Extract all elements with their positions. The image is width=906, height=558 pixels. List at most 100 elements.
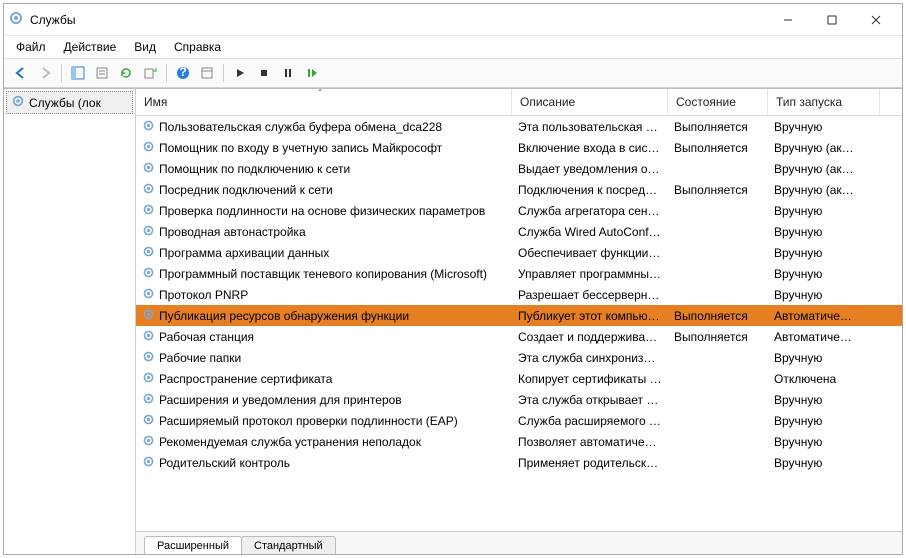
cell-description: Копирует сертификаты … [512,370,668,388]
service-row[interactable]: Родительский контрольПрименяет родительс… [136,452,902,473]
cell-startup: Автоматиче… [768,328,880,346]
gear-icon [142,140,155,156]
service-row[interactable]: Рабочая станцияСоздает и поддерживает …В… [136,326,902,347]
cell-state: Выполняется [668,181,768,199]
show-hide-tree-button[interactable] [67,62,89,84]
service-row[interactable]: Проводная автонастройка Служба Wired Auto… [136,221,902,242]
tab-extended[interactable]: Расширенный [144,536,242,554]
service-row[interactable]: Распространение сертификатаКопирует серт… [136,368,902,389]
window-title: Службы [30,13,75,27]
gear-icon [142,119,155,135]
cell-name: Протокол PNRP [136,285,512,305]
service-row[interactable]: Посредник подключений к сетиПодключения … [136,179,902,200]
column-description[interactable]: Описание [512,89,668,115]
tab-standard[interactable]: Стандартный [241,536,336,554]
cell-startup: Вручную [768,433,880,451]
cell-startup: Вручную [768,265,880,283]
service-name-text: Проводная автонастройка [159,225,306,239]
service-row[interactable]: Программный поставщик теневого копирован… [136,263,902,284]
gear-icon [142,161,155,177]
cell-startup: Вручную [768,202,880,220]
list-header: Имя⌃ Описание Состояние Тип запуска [136,89,902,116]
back-button[interactable] [10,62,32,84]
stop-service-button[interactable] [253,62,275,84]
cell-startup: Отключена [768,370,880,388]
menu-help[interactable]: Справка [174,40,221,54]
gear-icon [142,392,155,408]
cell-description: Эта служба синхронизир… [512,349,668,367]
cell-description: Служба Wired AutoConfi… [512,223,668,241]
column-state[interactable]: Состояние [668,89,768,115]
menu-file[interactable]: Файл [16,40,46,54]
menu-view[interactable]: Вид [134,40,156,54]
maximize-button[interactable] [810,6,854,34]
cell-description: Служба агрегатора сенс… [512,202,668,220]
gear-icon [142,371,155,387]
export-button[interactable] [139,62,161,84]
svg-text:?: ? [179,66,186,79]
service-name-text: Расширения и уведомления для принтеров [159,393,402,407]
column-startup[interactable]: Тип запуска [768,89,880,115]
start-service-button[interactable] [229,62,251,84]
cell-state [668,377,768,381]
service-row[interactable]: Рабочие папкиЭта служба синхронизир… Вруч… [136,347,902,368]
refresh-button[interactable] [115,62,137,84]
cell-description: Служба расширяемого п… [512,412,668,430]
gear-icon [142,455,155,471]
cell-startup: Вручную [768,349,880,367]
cell-startup: Вручную [768,391,880,409]
cell-state: Выполняется [668,139,768,157]
cell-state [668,293,768,297]
cell-name: Расширения и уведомления для принтеров [136,390,512,410]
view-tabs: Расширенный Стандартный [136,531,902,554]
cell-description: Создает и поддерживает … [512,328,668,346]
cell-state: Выполняется [668,118,768,136]
cell-name: Проводная автонастройка [136,222,512,242]
gear-icon [142,434,155,450]
close-button[interactable] [854,6,898,34]
service-row[interactable]: Рекомендуемая служба устранения неполадо… [136,431,902,452]
toolbar-separator [223,64,224,82]
cell-startup: Вручную [768,223,880,241]
service-name-text: Программный поставщик теневого копирован… [159,267,487,281]
column-name[interactable]: Имя⌃ [136,89,512,115]
service-row[interactable]: Публикация ресурсов обнаружения функцииП… [136,305,902,326]
action-button[interactable] [196,62,218,84]
properties-button[interactable] [91,62,113,84]
list-body[interactable]: Пользовательская служба буфера обмена_dc… [136,116,902,531]
cell-name: Расширяемый протокол проверки подлинност… [136,411,512,431]
cell-description: Эта служба открывает п… [512,391,668,409]
cell-state [668,440,768,444]
gear-icon [11,94,25,111]
cell-startup: Вручную (ак… [768,160,880,178]
gear-icon [142,413,155,429]
minimize-button[interactable] [766,6,810,34]
service-row[interactable]: Расширения и уведомления для принтеров Эт… [136,389,902,410]
service-row[interactable]: Помощник по входу в учетную запись Майкр… [136,137,902,158]
cell-startup: Вручную [768,118,880,136]
tree-root-services[interactable]: Службы (лок [6,91,133,114]
restart-service-button[interactable] [301,62,323,84]
service-row[interactable]: Расширяемый протокол проверки подлинност… [136,410,902,431]
menu-action[interactable]: Действие [64,40,117,54]
service-name-text: Родительский контроль [159,456,290,470]
help-button[interactable]: ? [172,62,194,84]
cell-startup: Вручную [768,286,880,304]
service-row[interactable]: Помощник по подключению к сетиВыдает уве… [136,158,902,179]
service-row[interactable]: Проверка подлинности на основе физически… [136,200,902,221]
gear-icon [142,266,155,282]
service-name-text: Помощник по входу в учетную запись Майкр… [159,141,442,155]
cell-name: Рабочая станция [136,327,512,347]
cell-name: Программа архивации данных [136,243,512,263]
service-row[interactable]: Программа архивации данныхОбеспечивает ф… [136,242,902,263]
body-split: Службы (лок Имя⌃ Описание Состояние Тип … [4,88,902,554]
cell-name: Программный поставщик теневого копирован… [136,264,512,284]
pause-service-button[interactable] [277,62,299,84]
service-row[interactable]: Пользовательская служба буфера обмена_dc… [136,116,902,137]
cell-startup: Вручную (ак… [768,139,880,157]
service-row[interactable]: Протокол PNRPРазрешает бессерверно…Вручн… [136,284,902,305]
cell-name: Рабочие папки [136,348,512,368]
cell-state [668,398,768,402]
cell-description: Подключения к посредн… [512,181,668,199]
forward-button[interactable] [34,62,56,84]
